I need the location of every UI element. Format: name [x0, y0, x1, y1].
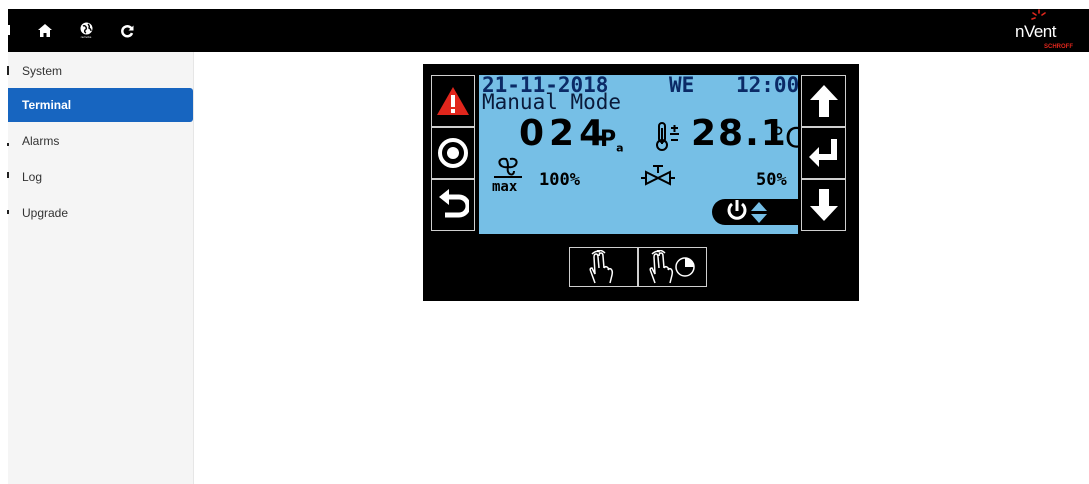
remote-globe-icon[interactable]: remote [72, 9, 100, 52]
sidebar-marker [7, 210, 9, 214]
back-icon [439, 189, 469, 218]
gesture-tap-button[interactable] [569, 247, 638, 287]
lcd-time: 12:00 [736, 75, 798, 97]
arrow-up-icon [809, 85, 838, 117]
sidebar-item-label: Upgrade [22, 206, 69, 220]
home-icon[interactable] [34, 9, 56, 52]
sidebar-marker [7, 66, 9, 75]
enter-button[interactable] [801, 127, 846, 179]
thermometer-icon [656, 122, 679, 151]
lcd-screen: 21-11-2018 WE 12:00 Manual Mode 024 Pa 2… [479, 75, 798, 234]
alarm-button[interactable] [431, 75, 475, 127]
pressure-unit: Pa [600, 127, 624, 155]
back-button[interactable] [431, 179, 475, 231]
enter-icon [808, 139, 837, 167]
alarm-warning-icon [437, 87, 469, 115]
sidebar-marker [7, 143, 9, 146]
temperature-unit: °C [771, 121, 798, 154]
valve-icon [641, 165, 675, 186]
sidebar-item-label: Terminal [22, 98, 72, 112]
sidebar-item-label: Log [22, 170, 43, 184]
record-icon [438, 138, 468, 168]
fan-icon [494, 157, 522, 178]
lcd-mode: Manual Mode [482, 90, 622, 114]
logo-subtext: SCHROFF [1044, 44, 1073, 50]
sidebar-item-label: System [22, 64, 63, 78]
two-finger-tap-timer-icon [648, 250, 695, 284]
sidebar-item-system[interactable]: System [7, 54, 193, 88]
down-button[interactable] [801, 179, 846, 231]
terminal-device: 21-11-2018 WE 12:00 Manual Mode 024 Pa 2… [423, 64, 859, 301]
sidebar-item-log[interactable]: Log [7, 160, 193, 194]
remote-label: remote [80, 35, 92, 39]
top-bar: remote nVent SCHROFF [8, 9, 1089, 52]
lcd-weekday: WE [669, 75, 695, 97]
sidebar-item-alarms[interactable]: Alarms [7, 124, 193, 158]
sidebar-item-label: Alarms [22, 134, 60, 148]
sidebar-item-terminal[interactable]: Terminal [8, 88, 193, 122]
gesture-timer-button[interactable] [638, 247, 707, 287]
two-finger-tap-icon [588, 250, 613, 284]
record-button[interactable] [431, 127, 475, 179]
refresh-icon[interactable] [116, 9, 138, 52]
sidebar: System Terminal Alarms Log Upgrade [7, 52, 194, 484]
logo-text: nVent [1015, 22, 1057, 41]
top-bar-edge [8, 25, 10, 35]
arrow-down-icon [809, 189, 838, 221]
sidebar-item-upgrade[interactable]: Upgrade [7, 196, 193, 230]
valve-percent: 50% [756, 170, 787, 190]
fan-max-label: max [492, 179, 518, 195]
sidebar-marker [7, 172, 9, 178]
power-toggle-icon [712, 199, 798, 225]
pressure-value: 024 [519, 113, 610, 154]
fan-percent: 100% [539, 170, 580, 190]
up-button[interactable] [801, 75, 846, 127]
nvent-logo: nVent SCHROFF [1007, 9, 1077, 52]
